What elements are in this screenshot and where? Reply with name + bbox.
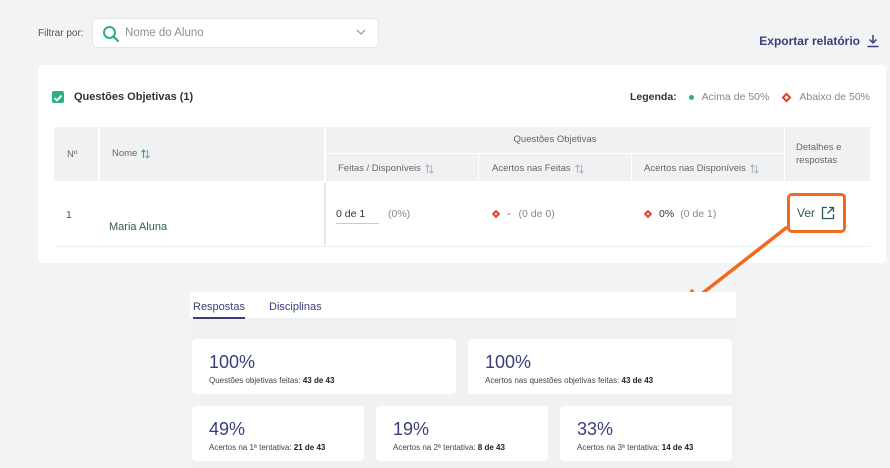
table-row: 1 Maria Aluna 0 de 1 (0%) - (0 de 0) 0% …: [54, 181, 870, 247]
header-objective-group: Questões Objetivas: [513, 134, 597, 145]
student-name-placeholder: Nome do Aluno: [125, 27, 204, 39]
details-tabs: Respostas Disciplinas: [190, 292, 736, 319]
stat-card: 100% Questões objetivas feitas: 43 de 43: [192, 339, 456, 394]
stat-description: Acertos na 2ª tentativa: 8 de 43: [393, 443, 505, 452]
row-number: 1: [66, 209, 72, 221]
tab-disciplinas[interactable]: Disciplinas: [269, 301, 322, 313]
sort-icon: [141, 148, 151, 159]
table-header: Nº Nome Questões Objetivas Feitas / Disp…: [54, 127, 870, 181]
filter-label: Filtrar por:: [38, 28, 84, 39]
legend-label: Legenda:: [629, 91, 677, 103]
objective-questions-checkbox[interactable]: [52, 91, 64, 103]
hits-done-value: -: [507, 208, 511, 220]
header-hits-done[interactable]: Acertos nas Feitas: [492, 163, 584, 174]
done-percentage: (0%): [388, 208, 411, 220]
sort-icon: [749, 163, 759, 174]
card-title: Questões Objetivas (1): [74, 91, 194, 103]
hits-available-cell: 0% (0 de 1): [643, 208, 716, 220]
stat-description: Acertos na 1ª tentativa: 21 de 43: [209, 443, 326, 452]
stat-card: 100% Acertos nas questões objetivas feit…: [468, 339, 732, 394]
download-icon: [867, 35, 879, 48]
objective-questions-card: Questões Objetivas (1) Legenda: Acima de…: [38, 65, 886, 263]
view-details-button[interactable]: Ver: [797, 206, 835, 220]
header-number: Nº: [67, 149, 78, 160]
student-name-link[interactable]: Maria Aluna: [109, 221, 167, 233]
header-hits-done-label: Acertos nas Feitas: [492, 163, 571, 174]
stat-description: Acertos nas questões objetivas feitas: 4…: [485, 376, 654, 385]
details-panel: Respostas Disciplinas 100% Questões obje…: [190, 292, 736, 468]
search-icon: [103, 26, 120, 43]
done-available-value: 0 de 1: [336, 208, 380, 224]
stat-percentage: 19%: [393, 419, 430, 439]
legend-above: Acima de 50%: [701, 91, 770, 103]
header-name-label: Nome: [112, 148, 138, 159]
chevron-down-icon: [356, 29, 366, 35]
hits-available-value: 0%: [659, 208, 675, 220]
stat-card: 49% Acertos na 1ª tentativa: 21 de 43: [192, 406, 364, 461]
check-icon: [53, 94, 63, 102]
tab-respostas[interactable]: Respostas: [193, 301, 245, 319]
header-hits-available[interactable]: Acertos nas Disponíveis: [644, 163, 759, 174]
red-diamond-icon: [643, 209, 653, 219]
stat-card: 19% Acertos na 2ª tentativa: 8 de 43: [376, 406, 548, 461]
sort-icon: [424, 163, 434, 174]
export-report-button[interactable]: Exportar relatório: [759, 34, 880, 48]
red-diamond-icon: [491, 209, 501, 219]
hits-done-cell: - (0 de 0): [491, 208, 555, 220]
stat-description: Questões objetivas feitas: 43 de 43: [209, 376, 335, 385]
export-report-label: Exportar relatório: [759, 34, 860, 48]
stat-percentage: 100%: [485, 352, 532, 372]
header-name[interactable]: Nome: [112, 148, 151, 159]
stat-description: Acertos na 3ª tentativa: 14 de 43: [577, 443, 694, 452]
legend-below: Abaixo de 50%: [799, 91, 870, 103]
sort-icon: [574, 163, 584, 174]
stat-percentage: 100%: [209, 352, 256, 372]
stat-percentage: 49%: [209, 419, 246, 439]
external-link-icon: [821, 206, 835, 220]
student-name-select[interactable]: Nome do Aluno: [92, 18, 379, 48]
header-done-available[interactable]: Feitas / Disponíveis: [338, 163, 434, 174]
stat-card: 33% Acertos na 3ª tentativa: 14 de 43: [560, 406, 732, 461]
legend: Legenda: Acima de 50% Abaixo de 50%: [630, 91, 870, 103]
green-dot-icon: [688, 94, 694, 100]
hits-available-detail: (0 de 1): [680, 208, 717, 220]
stat-percentage: 33%: [577, 419, 614, 439]
red-diamond-icon: [781, 92, 792, 102]
header-hits-available-label: Acertos nas Disponíveis: [644, 163, 746, 174]
header-details: Detalhes e respostas: [796, 142, 842, 166]
hits-done-detail: (0 de 0): [518, 208, 555, 220]
header-done-label: Feitas / Disponíveis: [338, 163, 421, 174]
view-details-label: Ver: [797, 206, 816, 220]
